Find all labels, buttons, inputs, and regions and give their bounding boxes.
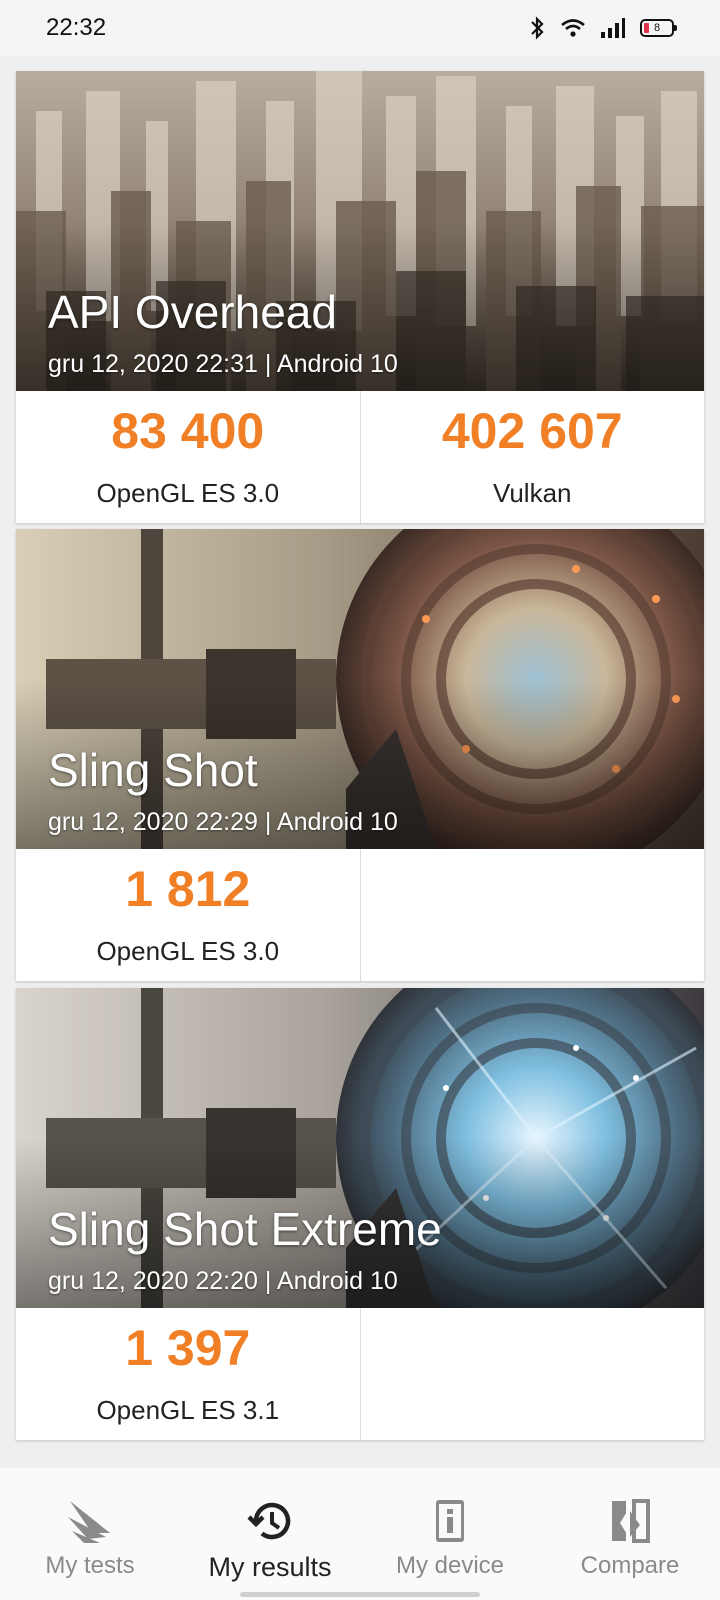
nav-label: My device <box>395 1552 505 1579</box>
home-indicator[interactable] <box>240 1592 480 1597</box>
status-icons: 8 <box>528 16 677 40</box>
score-label: OpenGL ES 3.1 <box>96 1394 280 1425</box>
nav-label: My results <box>208 1552 332 1582</box>
wifi-icon <box>560 17 586 39</box>
card-meta: gru 12, 2020 22:29 | Android 10 <box>48 808 398 836</box>
score-value: 83 400 <box>111 402 265 459</box>
score-cell: 1 397 OpenGL ES 3.1 <box>16 1308 360 1440</box>
result-card-sling-shot[interactable]: Sling Shot gru 12, 2020 22:29 | Android … <box>16 529 704 981</box>
result-card-sling-shot-extreme[interactable]: Sling Shot Extreme gru 12, 2020 22:20 | … <box>16 988 704 1440</box>
card-title: Sling Shot <box>48 744 258 796</box>
card-image: Sling Shot gru 12, 2020 22:29 | Android … <box>16 529 704 849</box>
nav-my-tests[interactable]: My tests <box>5 1494 175 1580</box>
card-title: API Overhead <box>48 286 337 338</box>
card-meta: gru 12, 2020 22:20 | Android 10 <box>48 1267 398 1295</box>
score-value: 402 607 <box>441 402 623 459</box>
score-cell: 83 400 OpenGL ES 3.0 <box>16 391 360 523</box>
status-time: 22:32 <box>46 14 107 41</box>
3dmark-logo-icon <box>66 1494 114 1548</box>
device-info-icon <box>426 1494 474 1548</box>
bluetooth-icon <box>528 16 546 40</box>
bottom-navigation: My tests My results My device Compare <box>0 1468 720 1600</box>
score-label: Vulkan <box>492 477 572 508</box>
card-image: Sling Shot Extreme gru 12, 2020 22:20 | … <box>16 988 704 1308</box>
history-icon <box>246 1494 294 1548</box>
scores-row: 83 400 OpenGL ES 3.0 402 607 Vulkan <box>16 391 704 523</box>
score-cell-empty <box>359 1308 705 1440</box>
nav-my-device[interactable]: My device <box>365 1494 535 1580</box>
nav-compare[interactable]: Compare <box>545 1494 715 1580</box>
signal-icon <box>600 17 626 39</box>
result-card-api-overhead[interactable]: API Overhead gru 12, 2020 22:31 | Androi… <box>16 71 704 523</box>
score-cell: 1 812 OpenGL ES 3.0 <box>16 849 360 981</box>
scores-row: 1 397 OpenGL ES 3.1 <box>16 1308 704 1440</box>
status-bar: 22:32 8 <box>0 0 720 56</box>
battery-level: 8 <box>653 22 661 34</box>
compare-icon <box>606 1494 654 1548</box>
score-label: OpenGL ES 3.0 <box>96 935 280 966</box>
card-image: API Overhead gru 12, 2020 22:31 | Androi… <box>16 71 704 391</box>
nav-my-results[interactable]: My results <box>185 1494 355 1583</box>
score-label: OpenGL ES 3.0 <box>96 477 280 508</box>
scores-row: 1 812 OpenGL ES 3.0 <box>16 849 704 981</box>
nav-label: Compare <box>580 1552 680 1579</box>
score-value: 1 812 <box>125 860 251 917</box>
battery-icon: 8 <box>640 19 677 37</box>
score-cell-empty <box>359 849 705 981</box>
score-value: 1 397 <box>125 1319 251 1376</box>
nav-label: My tests <box>45 1552 135 1579</box>
score-cell: 402 607 Vulkan <box>359 391 705 523</box>
card-meta: gru 12, 2020 22:31 | Android 10 <box>48 350 398 378</box>
card-title: Sling Shot Extreme <box>48 1203 442 1255</box>
